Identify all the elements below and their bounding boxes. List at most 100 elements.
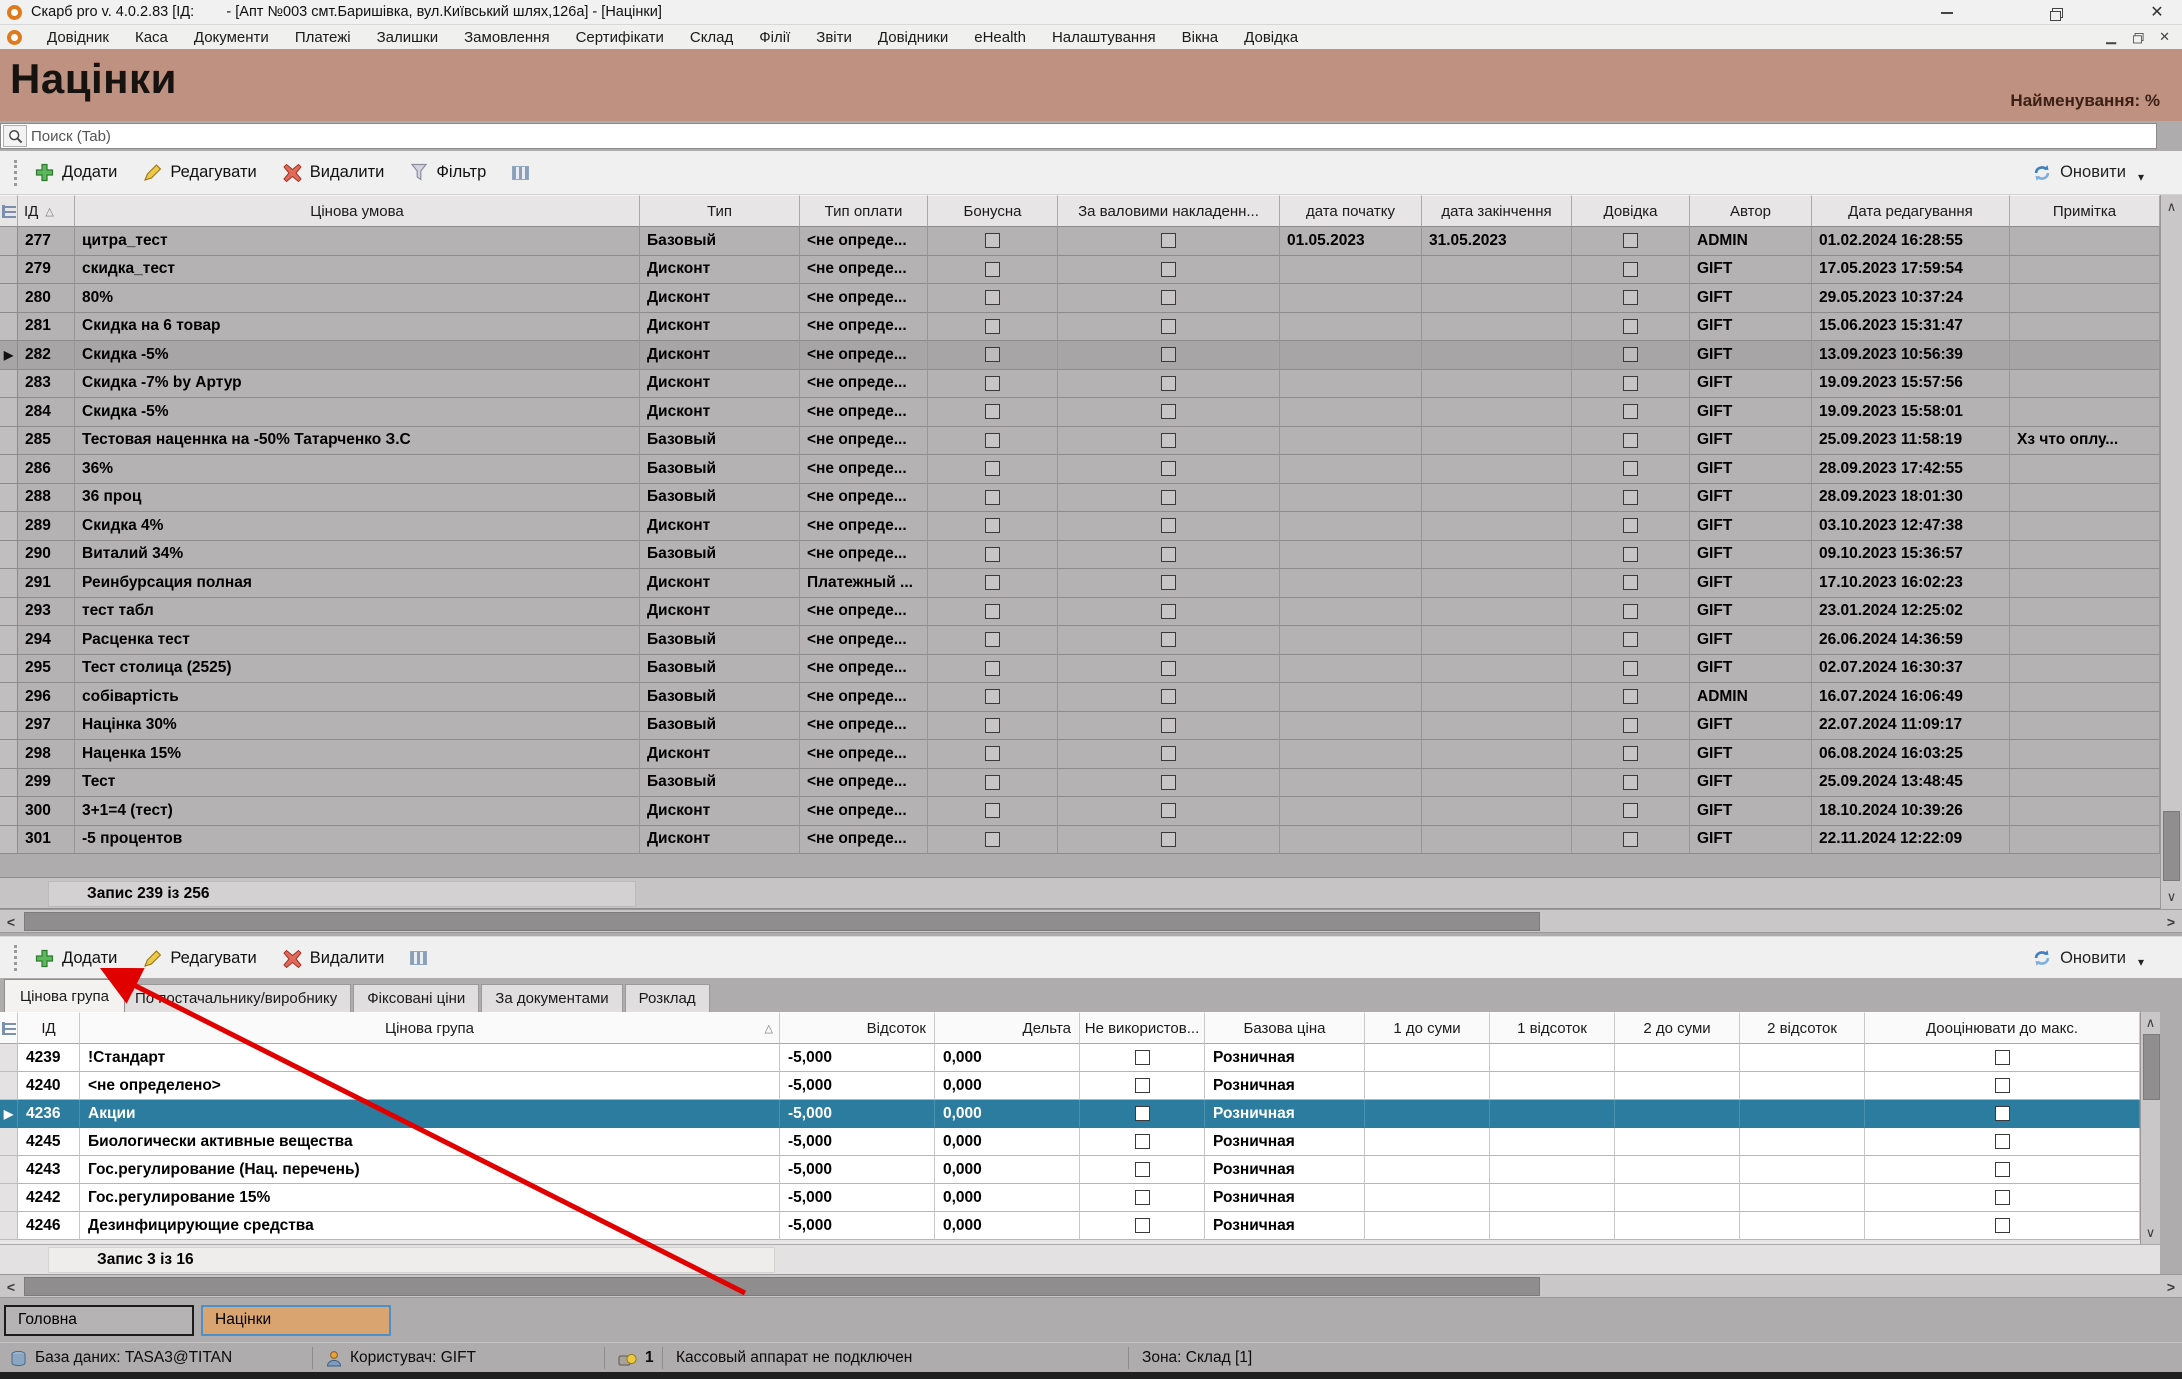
scrollbar-thumb[interactable] [24,912,1540,931]
scroll-left-arrow[interactable]: < [0,1276,22,1298]
checkbox-unchecked[interactable] [985,661,1000,676]
refresh-dropdown-caret[interactable]: ▾ [2138,955,2144,969]
tab-за-документами[interactable]: За документами [481,984,622,1012]
checkbox-unchecked[interactable] [985,290,1000,305]
table-row-4239[interactable]: 4239!Стандарт-5,0000,000Розничная [0,1044,2140,1072]
menu-item-залишки[interactable]: Залишки [364,29,452,46]
table-row-291[interactable]: 291Реинбурсация полнаяДисконтПлатежный .… [0,569,2160,598]
menu-item-звіти[interactable]: Звіти [803,29,865,46]
toolbar-grip[interactable] [14,160,17,186]
table-row-297[interactable]: 297Націнка 30%Базовый<не опреде...GIFT22… [0,712,2160,741]
checkbox-unchecked[interactable] [1623,290,1638,305]
checkbox-unchecked[interactable] [1135,1162,1150,1177]
checkbox-unchecked[interactable] [1135,1190,1150,1205]
restore-button[interactable] [2038,0,2072,25]
table-row-296[interactable]: 296собівартістьБазовый<не опреде...ADMIN… [0,683,2160,712]
checkbox-unchecked[interactable] [1161,376,1176,391]
checkbox-unchecked[interactable] [1995,1106,2010,1121]
checkbox-unchecked[interactable] [985,347,1000,362]
table-row-298[interactable]: 298Наценка 15%Дисконт<не опреде...GIFT06… [0,740,2160,769]
window-tab-націнки[interactable]: Націнки [201,1305,391,1336]
table-row-288[interactable]: 28836 процБазовый<не опреде...GIFT28.09.… [0,484,2160,513]
table-row-299[interactable]: 299ТестБазовый<не опреде...GIFT25.09.202… [0,769,2160,798]
checkbox-unchecked[interactable] [1623,262,1638,277]
column-options-button[interactable] [512,166,529,180]
scrollbar-thumb[interactable] [2163,811,2180,881]
checkbox-unchecked[interactable] [1135,1106,1150,1121]
menu-item-налаштування[interactable]: Налаштування [1039,29,1169,46]
checkbox-unchecked[interactable] [985,490,1000,505]
table-row-4243[interactable]: 4243Гос.регулирование (Нац. перечень)-5,… [0,1156,2140,1184]
checkbox-unchecked[interactable] [1161,262,1176,277]
checkbox-unchecked[interactable] [1623,490,1638,505]
scroll-left-arrow[interactable]: < [0,911,22,933]
table-row-286[interactable]: 28636%Базовый<не опреде...GIFT28.09.2023… [0,455,2160,484]
table-row-281[interactable]: 281Скидка на 6 товарДисконт<не опреде...… [0,313,2160,342]
checkbox-unchecked[interactable] [985,433,1000,448]
refresh-pricegroups-button[interactable]: Оновити ▾ [2032,947,2144,969]
checkbox-unchecked[interactable] [985,718,1000,733]
tab-розклад[interactable]: Розклад [625,984,710,1012]
checkbox-unchecked[interactable] [1161,746,1176,761]
checkbox-unchecked[interactable] [985,632,1000,647]
column-header-p2[interactable]: 2 відсоток [1740,1012,1865,1044]
checkbox-unchecked[interactable] [1995,1050,2010,1065]
scroll-right-arrow[interactable]: > [2160,911,2182,933]
checkbox-unchecked[interactable] [985,262,1000,277]
scrollbar-thumb[interactable] [2143,1034,2160,1100]
delete-button[interactable]: Видалити [283,163,385,182]
checkbox-unchecked[interactable] [1135,1050,1150,1065]
table-row-283[interactable]: 283Скидка -7% by АртурДисконт<не опреде.… [0,370,2160,399]
column-header-percent[interactable]: Відсоток [780,1012,935,1044]
lower-vertical-scrollbar[interactable]: ∧ ∨ [2140,1012,2160,1244]
checkbox-unchecked[interactable] [1623,746,1638,761]
menu-item-склад[interactable]: Склад [677,29,746,46]
checkbox-unchecked[interactable] [1135,1134,1150,1149]
checkbox-unchecked[interactable] [985,319,1000,334]
menu-item-платежі[interactable]: Платежі [282,29,364,46]
checkbox-unchecked[interactable] [1623,376,1638,391]
menu-item-каса[interactable]: Каса [122,29,181,46]
menu-item-вікна[interactable]: Вікна [1169,29,1232,46]
checkbox-unchecked[interactable] [1161,319,1176,334]
table-row-280[interactable]: 28080%Дисконт<не опреде...GIFT29.05.2023… [0,284,2160,313]
checkbox-unchecked[interactable] [1135,1218,1150,1233]
checkbox-unchecked[interactable] [1623,233,1638,248]
checkbox-unchecked[interactable] [1623,461,1638,476]
tab-по-постачальнику-виробнику[interactable]: По постачальнику/виробнику [121,984,351,1012]
checkbox-unchecked[interactable] [1161,632,1176,647]
checkbox-unchecked[interactable] [985,547,1000,562]
checkbox-unchecked[interactable] [1161,661,1176,676]
checkbox-unchecked[interactable] [985,233,1000,248]
checkbox-unchecked[interactable] [1623,718,1638,733]
checkbox-unchecked[interactable] [1161,490,1176,505]
checkbox-unchecked[interactable] [1135,1078,1150,1093]
checkbox-unchecked[interactable] [985,746,1000,761]
column-chooser-icon[interactable] [0,1012,18,1044]
table-row-4236[interactable]: ▶4236Акции-5,0000,000Розничная [0,1100,2140,1128]
column-header-base[interactable]: Базова ціна [1205,1012,1365,1044]
checkbox-unchecked[interactable] [1161,461,1176,476]
table-row-290[interactable]: 290Виталий 34%Базовый<не опреде...GIFT09… [0,541,2160,570]
column-header-bonus[interactable]: Бонусна [928,195,1058,227]
checkbox-unchecked[interactable] [1995,1218,2010,1233]
scroll-up-arrow[interactable]: ∧ [2161,199,2182,215]
delete-pricegroup-button[interactable]: Видалити [283,949,385,968]
column-header-p1[interactable]: 1 відсоток [1490,1012,1615,1044]
column-header-edited[interactable]: Дата редагування [1812,195,2010,227]
table-row-277[interactable]: 277цитра_тестБазовый<не опреде...01.05.2… [0,227,2160,256]
table-row-300[interactable]: 3003+1=4 (тест)Дисконт<не опреде...GIFT1… [0,797,2160,826]
checkbox-unchecked[interactable] [1161,433,1176,448]
table-row-279[interactable]: 279скидка_тестДисконт<не опреде...GIFT17… [0,256,2160,285]
column-header-start[interactable]: дата початку [1280,195,1422,227]
checkbox-unchecked[interactable] [1623,803,1638,818]
checkbox-unchecked[interactable] [1161,718,1176,733]
mdi-minimize-button[interactable]: ▁ [2106,29,2116,45]
tab-цінова-група[interactable]: Цінова група [4,979,125,1012]
menu-item-документи[interactable]: Документи [181,29,282,46]
checkbox-unchecked[interactable] [1995,1162,2010,1177]
column-header-s2[interactable]: 2 до суми [1615,1012,1740,1044]
column-chooser-icon[interactable] [0,195,18,227]
checkbox-unchecked[interactable] [985,404,1000,419]
checkbox-unchecked[interactable] [1623,632,1638,647]
